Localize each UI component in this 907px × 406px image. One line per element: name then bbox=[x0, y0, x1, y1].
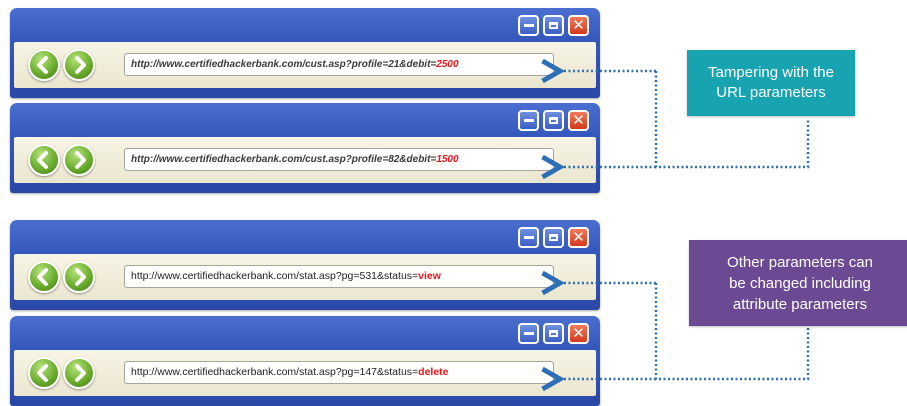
browser-window-3: ✕ http://www.certifiedhackerbank.com/sta… bbox=[10, 220, 600, 310]
back-button[interactable] bbox=[28, 144, 60, 176]
forward-button[interactable] bbox=[63, 49, 95, 81]
forward-arrow-icon bbox=[75, 56, 86, 74]
browser-window-2: ✕ http://www.certifiedhackerbank.com/cus… bbox=[10, 103, 600, 193]
url-base: http://www.certifiedhackerbank.com/cust.… bbox=[131, 154, 437, 165]
toolbar: http://www.certifiedhackerbank.com/stat.… bbox=[14, 350, 596, 396]
title-bar: ✕ bbox=[10, 220, 600, 254]
close-icon: ✕ bbox=[572, 324, 585, 342]
forward-arrow-icon bbox=[75, 151, 86, 169]
minimize-icon bbox=[523, 236, 534, 239]
callout-url-tampering: Tampering with the URL parameters bbox=[687, 50, 855, 116]
title-bar: ✕ bbox=[10, 8, 600, 42]
address-bar[interactable]: http://www.certifiedhackerbank.com/cust.… bbox=[124, 148, 554, 171]
minimize-icon bbox=[523, 24, 534, 27]
forward-arrow-icon bbox=[75, 364, 86, 382]
back-arrow-icon bbox=[37, 56, 48, 74]
minimize-button[interactable] bbox=[518, 15, 539, 36]
callout-line: Tampering with the bbox=[708, 64, 834, 81]
maximize-icon bbox=[549, 22, 558, 29]
maximize-button[interactable] bbox=[543, 227, 564, 248]
back-arrow-icon bbox=[37, 364, 48, 382]
minimize-icon bbox=[523, 119, 534, 122]
address-bar[interactable]: http://www.certifiedhackerbank.com/stat.… bbox=[124, 265, 554, 288]
back-button[interactable] bbox=[28, 49, 60, 81]
callout-other-parameters: Other parameters can be changed includin… bbox=[689, 240, 907, 326]
maximize-icon bbox=[549, 330, 558, 337]
minimize-button[interactable] bbox=[518, 227, 539, 248]
close-button[interactable]: ✕ bbox=[568, 227, 589, 248]
close-button[interactable]: ✕ bbox=[568, 110, 589, 131]
url-base: http://www.certifiedhackerbank.com/cust.… bbox=[131, 59, 437, 70]
maximize-button[interactable] bbox=[543, 323, 564, 344]
callout-line: URL parameters bbox=[716, 84, 826, 101]
callout-line: attribute parameters bbox=[732, 295, 868, 313]
back-arrow-icon bbox=[37, 151, 48, 169]
url-base: http://www.certifiedhackerbank.com/stat.… bbox=[131, 270, 419, 282]
toolbar: http://www.certifiedhackerbank.com/cust.… bbox=[14, 42, 596, 88]
url-param: delete bbox=[418, 366, 449, 378]
browser-window-4: ✕ http://www.certifiedhackerbank.com/sta… bbox=[10, 316, 600, 406]
forward-arrow-icon bbox=[75, 268, 86, 286]
callout-line: be changed including bbox=[729, 274, 871, 292]
close-button[interactable]: ✕ bbox=[568, 15, 589, 36]
minimize-button[interactable] bbox=[518, 110, 539, 131]
forward-button[interactable] bbox=[63, 357, 95, 389]
close-icon: ✕ bbox=[572, 111, 585, 129]
maximize-icon bbox=[549, 117, 558, 124]
back-button[interactable] bbox=[28, 261, 60, 293]
title-bar: ✕ bbox=[10, 316, 600, 350]
close-icon: ✕ bbox=[572, 228, 585, 246]
maximize-button[interactable] bbox=[543, 15, 564, 36]
back-arrow-icon bbox=[37, 268, 48, 286]
maximize-icon bbox=[549, 234, 558, 241]
toolbar: http://www.certifiedhackerbank.com/cust.… bbox=[14, 137, 596, 183]
minimize-icon bbox=[523, 332, 534, 335]
title-bar: ✕ bbox=[10, 103, 600, 137]
url-base: http://www.certifiedhackerbank.com/stat.… bbox=[131, 366, 419, 378]
maximize-button[interactable] bbox=[543, 110, 564, 131]
toolbar: http://www.certifiedhackerbank.com/stat.… bbox=[14, 254, 596, 300]
address-bar[interactable]: http://www.certifiedhackerbank.com/stat.… bbox=[124, 361, 554, 384]
browser-window-1: ✕ http://www.certifiedhackerbank.com/cus… bbox=[10, 8, 600, 98]
address-bar[interactable]: http://www.certifiedhackerbank.com/cust.… bbox=[124, 53, 554, 76]
callout-line: Other parameters can bbox=[727, 253, 873, 271]
url-param: 1500 bbox=[436, 154, 459, 165]
forward-button[interactable] bbox=[63, 261, 95, 293]
close-icon: ✕ bbox=[572, 16, 585, 34]
url-param: 2500 bbox=[436, 59, 459, 70]
close-button[interactable]: ✕ bbox=[568, 323, 589, 344]
back-button[interactable] bbox=[28, 357, 60, 389]
forward-button[interactable] bbox=[63, 144, 95, 176]
url-param: view bbox=[418, 270, 441, 282]
minimize-button[interactable] bbox=[518, 323, 539, 344]
